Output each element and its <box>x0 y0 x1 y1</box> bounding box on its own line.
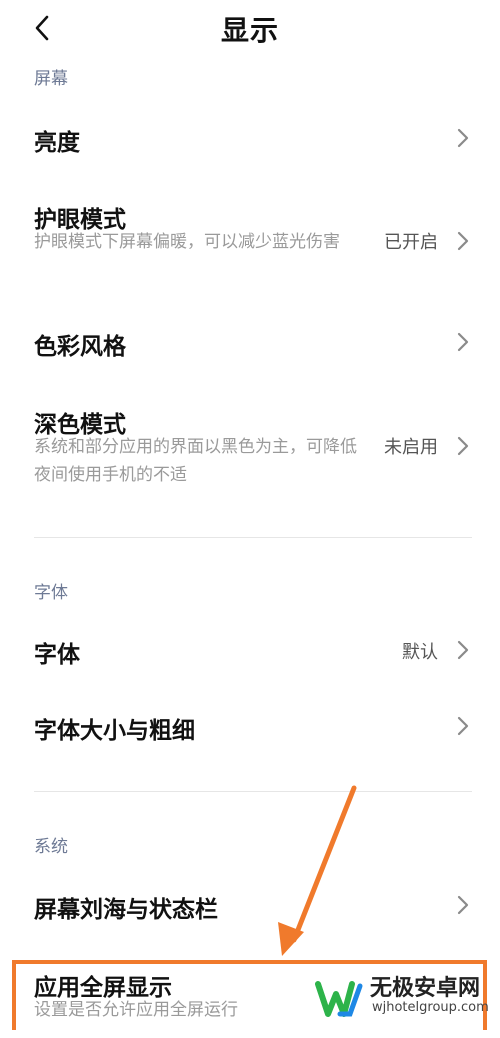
chevron-right-icon <box>457 128 469 148</box>
header-bar: 显示 <box>0 0 500 56</box>
chevron-right-icon <box>457 895 469 915</box>
watermark-logo-icon <box>315 981 363 1017</box>
chevron-right-icon <box>457 640 469 660</box>
settings-item-eye-care[interactable]: 护眼模式 护眼模式下屏幕偏暖，可以减少蓝光伤害 已开启 <box>0 190 500 290</box>
watermark-url: wjhotelgroup.com <box>372 1000 489 1015</box>
chevron-right-icon <box>457 332 469 352</box>
settings-item-value: 默认 <box>402 642 438 663</box>
settings-item-notch[interactable]: 屏幕刘海与状态栏 <box>0 875 500 935</box>
settings-item-title: 色彩风格 <box>34 334 126 360</box>
settings-item-subtitle: 护眼模式下屏幕偏暖，可以减少蓝光伤害 <box>34 232 340 252</box>
settings-item-value: 未启用 <box>384 437 438 458</box>
page-title: 显示 <box>220 14 279 47</box>
section-divider <box>34 537 472 538</box>
settings-item-brightness[interactable]: 亮度 <box>0 108 500 168</box>
settings-item-font-size[interactable]: 字体大小与粗细 <box>0 696 500 756</box>
settings-item-color-style[interactable]: 色彩风格 <box>0 312 500 372</box>
chevron-right-icon <box>457 231 469 251</box>
section-label-screen: 屏幕 <box>34 69 68 89</box>
settings-item-font[interactable]: 字体 默认 <box>0 620 500 680</box>
settings-item-subtitle: 系统和部分应用的界面以黑色为主，可降低夜间使用手机的不适 <box>34 437 357 485</box>
settings-item-title: 亮度 <box>34 130 80 156</box>
settings-item-dark-mode[interactable]: 深色模式 系统和部分应用的界面以黑色为主，可降低夜间使用手机的不适 未启用 <box>0 395 500 495</box>
chevron-right-icon <box>457 716 469 736</box>
section-divider <box>34 791 472 792</box>
chevron-right-icon <box>457 436 469 456</box>
settings-item-title: 字体 <box>34 642 80 668</box>
section-label-font: 字体 <box>34 583 68 603</box>
watermark-name: 无极安卓网 <box>370 976 481 1001</box>
settings-item-title: 字体大小与粗细 <box>34 718 195 744</box>
watermark: 无极安卓网 wjhotelgroup.com <box>314 966 500 1038</box>
settings-item-title: 屏幕刘海与状态栏 <box>34 897 218 923</box>
annotation-arrow-icon <box>278 785 357 956</box>
settings-item-value: 已开启 <box>384 232 438 253</box>
section-label-system: 系统 <box>34 837 68 857</box>
